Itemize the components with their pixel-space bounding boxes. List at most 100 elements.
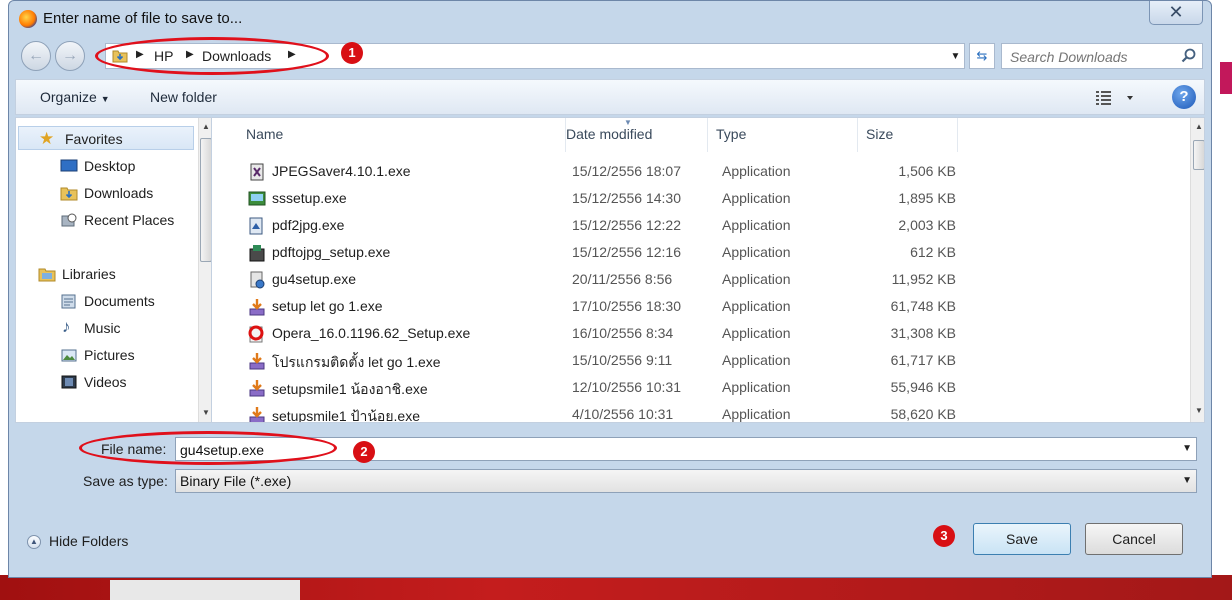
column-header-size[interactable]: Size [858, 118, 958, 152]
column-header-date[interactable]: Date modified [558, 118, 708, 152]
installer-box-icon [249, 245, 265, 262]
save-button[interactable]: Save [973, 523, 1071, 555]
column-header-name[interactable]: Name [238, 118, 566, 152]
nav-item-label: Recent Places [84, 212, 175, 228]
dialog-title: Enter name of file to save to... [43, 10, 243, 27]
nav-item-label: Downloads [84, 185, 154, 201]
scroll-up-icon[interactable]: ▲ [199, 120, 211, 134]
nav-item-recent-places[interactable]: Recent Places [16, 208, 196, 232]
nav-item-label: Videos [84, 374, 127, 390]
scroll-up-icon[interactable]: ▲ [1192, 120, 1204, 134]
organize-menu[interactable]: Organize ▼ [40, 89, 110, 105]
file-type: Application [722, 406, 791, 422]
file-date: 17/10/2556 18:30 [572, 298, 681, 314]
help-icon[interactable]: ? [1172, 85, 1196, 109]
file-row[interactable]: setupsmile1 ป้าน้อย.exe 4/10/2556 10:31 … [212, 401, 1172, 422]
pictures-icon [61, 349, 77, 362]
forward-button[interactable]: → [55, 41, 85, 71]
column-header-type[interactable]: Type [708, 118, 858, 152]
nav-item-desktop[interactable]: Desktop [16, 154, 196, 178]
setup-app-icon [248, 191, 266, 206]
annotation-marker-3: 3 [933, 525, 955, 547]
save-form: File name: ▼ 2 Save as type: Binary File… [9, 425, 1211, 577]
address-dropdown-button[interactable]: ▼ [947, 43, 965, 69]
file-row[interactable]: pdftojpg_setup.exe 15/12/2556 12:16 Appl… [212, 239, 1172, 266]
nav-item-label: Pictures [84, 347, 135, 363]
file-row[interactable]: setupsmile1 น้องอาชิ.exe 12/10/2556 10:3… [212, 374, 1172, 401]
file-type: Application [722, 352, 791, 368]
setup-disc-icon [250, 271, 265, 289]
recent-places-icon [61, 213, 77, 227]
background-browser-edge [1210, 40, 1232, 600]
annotation-marker-2: 2 [353, 441, 375, 463]
chevron-down-icon: ▼ [100, 94, 110, 104]
change-view-button[interactable] [1094, 88, 1140, 108]
file-size: 1,506 KB [898, 163, 956, 179]
chevron-down-icon[interactable]: ▼ [1182, 443, 1192, 454]
file-date: 15/12/2556 12:16 [572, 244, 681, 260]
file-name: sssetup.exe [272, 190, 347, 206]
nav-item-label: Documents [84, 293, 155, 309]
videos-icon [61, 375, 77, 389]
installer-download-icon [249, 407, 265, 422]
nav-item-documents[interactable]: Documents [16, 289, 196, 313]
cancel-button[interactable]: Cancel [1085, 523, 1183, 555]
scroll-down-icon[interactable]: ▼ [1192, 404, 1204, 418]
file-name: setupsmile1 น้องอาชิ.exe [272, 381, 428, 397]
search-input[interactable] [1010, 48, 1174, 66]
search-box[interactable] [1001, 43, 1203, 69]
file-row[interactable]: โปรแกรมติดตั้ง let go 1.exe 15/10/2556 9… [212, 347, 1172, 374]
back-arrow-icon: ← [28, 47, 44, 64]
background-pink-tab [1220, 62, 1232, 94]
file-type: Application [722, 325, 791, 341]
file-date: 4/10/2556 10:31 [572, 406, 674, 422]
file-row[interactable]: gu4setup.exe 20/11/2556 8:56 Application… [212, 266, 1172, 293]
file-row[interactable]: Opera_16.0.1196.62_Setup.exe 16/10/2556 … [212, 320, 1172, 347]
annotation-ellipse-1 [95, 37, 329, 75]
nav-item-pictures[interactable]: Pictures [16, 343, 196, 367]
file-name: pdf2jpg.exe [272, 217, 345, 233]
nav-libraries-label: Libraries [62, 266, 116, 282]
back-button[interactable]: ← [21, 41, 51, 71]
annotation-marker-1: 1 [341, 42, 363, 64]
search-icon[interactable] [1180, 47, 1198, 65]
toolbar: Organize ▼ New folder ? [15, 79, 1205, 115]
save-type-value: Binary File (*.exe) [180, 473, 292, 489]
file-type: Application [722, 271, 791, 287]
nav-scroll-thumb[interactable] [200, 138, 211, 262]
save-type-select[interactable]: Binary File (*.exe) ▼ [175, 469, 1197, 493]
refresh-button[interactable]: ⇆ [969, 43, 995, 69]
nav-item-videos[interactable]: Videos [16, 370, 196, 394]
scroll-down-icon[interactable]: ▼ [199, 406, 211, 420]
documents-icon [61, 294, 76, 309]
navigation-pane: ★ Favorites Desktop Downloads Recent Pla… [15, 117, 211, 423]
close-button[interactable]: ✕ [1149, 1, 1203, 25]
installer-download-icon [249, 353, 265, 370]
nav-item-downloads[interactable]: Downloads [16, 181, 196, 205]
libraries-icon [38, 268, 56, 282]
nav-libraries[interactable]: Libraries [16, 262, 196, 286]
annotation-ellipse-2 [79, 431, 337, 465]
file-type: Application [722, 298, 791, 314]
file-row[interactable]: JPEGSaver4.10.1.exe 15/12/2556 18:07 App… [212, 158, 1172, 185]
background-taskbar [110, 580, 300, 600]
file-scroll-thumb[interactable] [1193, 140, 1204, 170]
opera-installer-icon [248, 325, 264, 343]
file-type: Application [722, 163, 791, 179]
file-list-scrollbar[interactable]: ▲ ▼ [1190, 118, 1204, 422]
file-date: 20/11/2556 8:56 [572, 271, 673, 287]
file-date: 15/12/2556 14:30 [572, 190, 681, 206]
nav-favorites[interactable]: ★ Favorites [18, 126, 194, 150]
nav-scrollbar[interactable]: ▲ ▼ [198, 118, 211, 422]
new-folder-button[interactable]: New folder [150, 89, 217, 105]
chevron-down-icon: ▼ [1182, 475, 1192, 486]
file-row[interactable]: pdf2jpg.exe 15/12/2556 12:22 Application… [212, 212, 1172, 239]
file-name: pdftojpg_setup.exe [272, 244, 391, 260]
save-dialog: Enter name of file to save to... ✕ ← → ▶… [8, 0, 1212, 578]
file-size: 61,748 KB [890, 298, 956, 314]
nav-item-music[interactable]: ♪ Music [16, 316, 196, 340]
file-row[interactable]: setup let go 1.exe 17/10/2556 18:30 Appl… [212, 293, 1172, 320]
file-size: 2,003 KB [898, 217, 956, 233]
file-row[interactable]: sssetup.exe 15/12/2556 14:30 Application… [212, 185, 1172, 212]
refresh-icon: ⇆ [976, 48, 988, 63]
